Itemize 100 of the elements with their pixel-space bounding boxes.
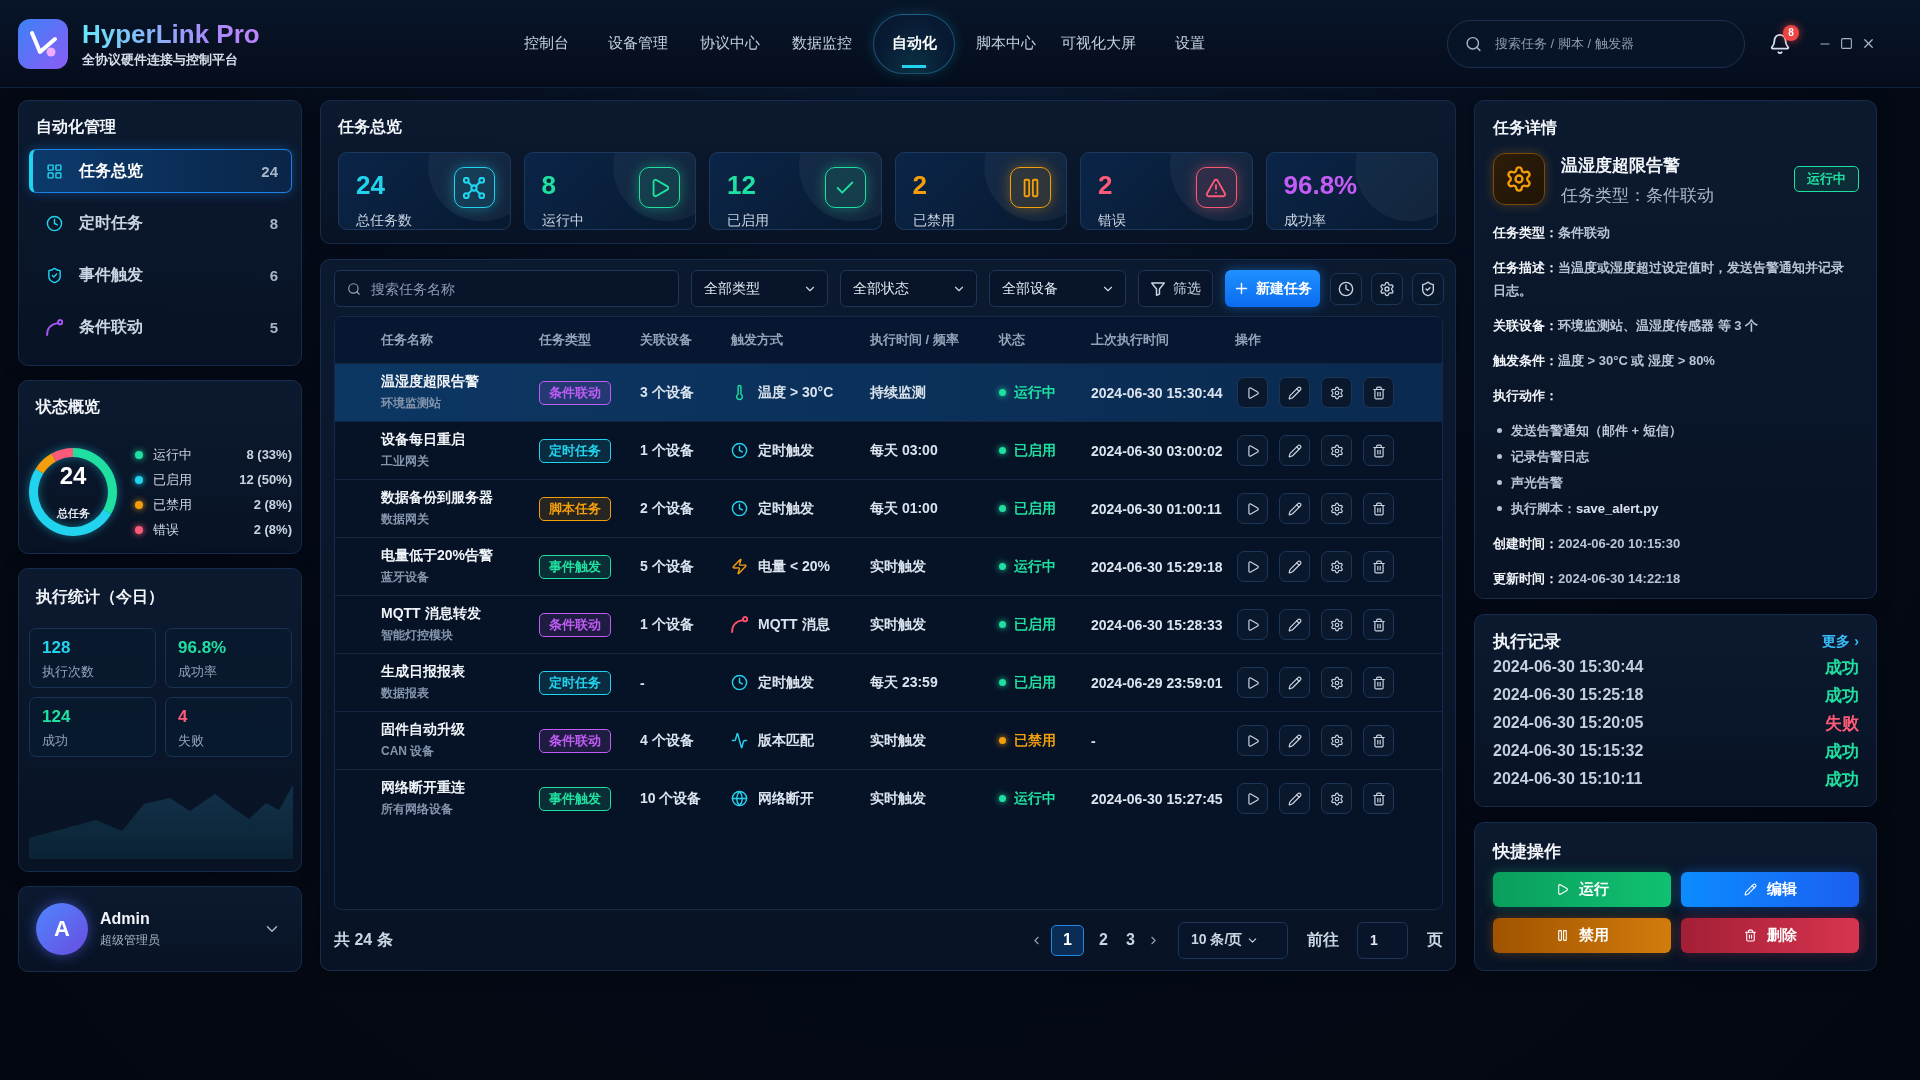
column-header: 关联设备 xyxy=(640,331,692,349)
delete-button[interactable] xyxy=(1363,667,1394,698)
column-header: 任务类型 xyxy=(539,331,591,349)
metric-label: 成功率 xyxy=(178,663,218,680)
run-button[interactable] xyxy=(1237,783,1268,814)
delete-button[interactable] xyxy=(1363,609,1394,640)
task-device-group: 环境监测站 xyxy=(381,395,479,412)
settings-button[interactable] xyxy=(1321,493,1352,524)
task-name: 温湿度超限告警 xyxy=(381,373,479,391)
status-label: 运行中 xyxy=(1014,557,1056,576)
device-count: 1 个设备 xyxy=(640,615,694,634)
log-result: 成功 xyxy=(1825,768,1859,791)
last-run-time: 2024-06-29 23:59:01 xyxy=(1091,674,1223,691)
settings-button[interactable] xyxy=(1321,783,1352,814)
table-row[interactable]: 数据备份到服务器 数据网关 脚本任务 2 个设备 定时触发 每天 01:00 已启用 2024-06-30 01:00:11 xyxy=(335,479,1442,537)
edit-button[interactable] xyxy=(1279,667,1310,698)
task-type-tag: 定时任务 xyxy=(539,438,611,463)
last-run-time: 2024-06-30 01:00:11 xyxy=(1091,500,1222,517)
settings-button[interactable] xyxy=(1321,725,1352,756)
close-icon[interactable] xyxy=(1861,36,1876,51)
page-size-select[interactable]: 10 条/页 xyxy=(1178,921,1288,959)
nav-tab[interactable]: 设置 xyxy=(1149,13,1231,74)
edit-button[interactable] xyxy=(1279,493,1310,524)
nav-tab[interactable]: 协议中心 xyxy=(689,13,771,74)
task-type-tag: 事件触发 xyxy=(539,554,611,579)
sidebar-item[interactable]: 定时任务 8 xyxy=(29,201,292,245)
search-field[interactable]: 搜索任务名称 xyxy=(334,270,679,307)
search-field[interactable]: 搜索任务 / 脚本 / 触发器 xyxy=(1447,19,1745,68)
toolbar-icon-button[interactable] xyxy=(1330,272,1362,305)
nav-tab[interactable]: 设备管理 xyxy=(597,13,679,74)
maximize-icon[interactable] xyxy=(1840,37,1853,50)
delete-button[interactable] xyxy=(1363,783,1394,814)
trigger-label: 电量 < 20% xyxy=(758,557,830,576)
nav-tab[interactable]: 脚本中心 xyxy=(965,13,1047,74)
settings-icon xyxy=(1329,443,1344,458)
delete-button[interactable] xyxy=(1363,435,1394,466)
filter-select[interactable]: 全部设备 xyxy=(989,270,1126,307)
nav-tab[interactable]: 数据监控 xyxy=(781,13,863,74)
pencil-icon xyxy=(1287,733,1302,748)
delete-button[interactable] xyxy=(1363,377,1394,408)
delete-button[interactable]: 删除 xyxy=(1681,918,1859,953)
settings-icon xyxy=(1329,559,1344,574)
disable-button[interactable]: 禁用 xyxy=(1493,918,1671,953)
play-icon xyxy=(639,167,680,208)
detail-task-name: 温湿度超限告警 xyxy=(1561,155,1681,177)
run-button[interactable] xyxy=(1237,667,1268,698)
nav-tab[interactable]: 自动化 xyxy=(873,13,955,74)
more-link[interactable]: 更多 › xyxy=(1822,633,1859,651)
page-button[interactable]: 1 xyxy=(1051,924,1084,956)
edit-button[interactable]: 编辑 xyxy=(1681,872,1859,907)
schedule-text: 每天 01:00 xyxy=(870,499,938,518)
toolbar-icon-button[interactable] xyxy=(1412,272,1444,305)
sidebar-item[interactable]: 条件联动 5 xyxy=(29,305,292,349)
settings-icon xyxy=(1329,385,1344,400)
log-time: 2024-06-30 15:25:18 xyxy=(1493,686,1644,704)
page-button[interactable]: 2 xyxy=(1090,924,1117,956)
action-text: 发送告警通知（邮件 + 短信） xyxy=(1511,422,1682,440)
filter-select[interactable]: 全部类型 xyxy=(691,270,828,307)
run-button[interactable] xyxy=(1237,435,1268,466)
sidebar-item[interactable]: 任务总览 24 xyxy=(29,149,292,193)
filter-button[interactable]: 筛选 xyxy=(1138,270,1213,307)
edit-button[interactable] xyxy=(1279,783,1310,814)
delete-button[interactable] xyxy=(1363,551,1394,582)
edit-button[interactable] xyxy=(1279,377,1310,408)
filter-select[interactable]: 全部状态 xyxy=(840,270,977,307)
table-row[interactable]: 生成日报报表 数据报表 定时任务 - 定时触发 每天 23:59 已启用 2024-06-29 23:59:01 xyxy=(335,653,1442,711)
table-row[interactable]: 固件自动升级 CAN 设备 条件联动 4 个设备 版本匹配 实时触发 已禁用 - xyxy=(335,711,1442,769)
table-row[interactable]: 电量低于20%告警 蓝牙设备 事件触发 5 个设备 电量 < 20% 实时触发 运行中 2024-06-30 15:29:18 xyxy=(335,537,1442,595)
notification-badge: 8 xyxy=(1783,24,1799,41)
sidebar-item[interactable]: 事件触发 6 xyxy=(29,253,292,297)
run-button[interactable] xyxy=(1237,725,1268,756)
nav-tab[interactable]: 控制台 xyxy=(505,13,587,74)
page-button[interactable]: 3 xyxy=(1117,924,1144,956)
settings-button[interactable] xyxy=(1321,435,1352,466)
delete-button[interactable] xyxy=(1363,725,1394,756)
task-device-group: CAN 设备 xyxy=(381,743,465,760)
delete-button[interactable] xyxy=(1363,493,1394,524)
settings-button[interactable] xyxy=(1321,667,1352,698)
table-row[interactable]: 网络断开重连 所有网络设备 事件触发 10 个设备 网络断开 实时触发 运行中 2024-06-30 15:27:45 xyxy=(335,769,1442,827)
trigger-label: 定时触发 xyxy=(758,441,814,460)
edit-button[interactable] xyxy=(1279,551,1310,582)
last-run-time: - xyxy=(1091,732,1096,749)
nav-tab[interactable]: 可视化大屏 xyxy=(1057,13,1139,74)
settings-button[interactable] xyxy=(1321,377,1352,408)
edit-button[interactable] xyxy=(1279,435,1310,466)
table-row[interactable]: 设备每日重启 工业网关 定时任务 1 个设备 定时触发 每天 03:00 已启用 2024-06-30 03:00:02 xyxy=(335,421,1442,479)
settings-button[interactable] xyxy=(1321,551,1352,582)
edit-button[interactable] xyxy=(1279,725,1310,756)
run-button[interactable] xyxy=(1237,493,1268,524)
page-input[interactable]: 1 xyxy=(1357,921,1408,959)
settings-icon xyxy=(1329,675,1344,690)
create-task-button[interactable]: 新建任务 xyxy=(1225,270,1320,307)
run-button[interactable] xyxy=(1237,609,1268,640)
run-button[interactable] xyxy=(1237,377,1268,408)
settings-button[interactable] xyxy=(1321,609,1352,640)
edit-button[interactable] xyxy=(1279,609,1310,640)
toolbar-icon-button[interactable] xyxy=(1371,272,1403,305)
table-row[interactable]: 温湿度超限告警 环境监测站 条件联动 3 个设备 温度 > 30°C 持续监测 运行中 2024-06-30 15:30:44 xyxy=(335,363,1442,421)
table-row[interactable]: MQTT 消息转发 智能灯控模块 条件联动 1 个设备 MQTT 消息 实时触发 已启用 2024-06-30 15:28:33 xyxy=(335,595,1442,653)
run-button[interactable] xyxy=(1237,551,1268,582)
